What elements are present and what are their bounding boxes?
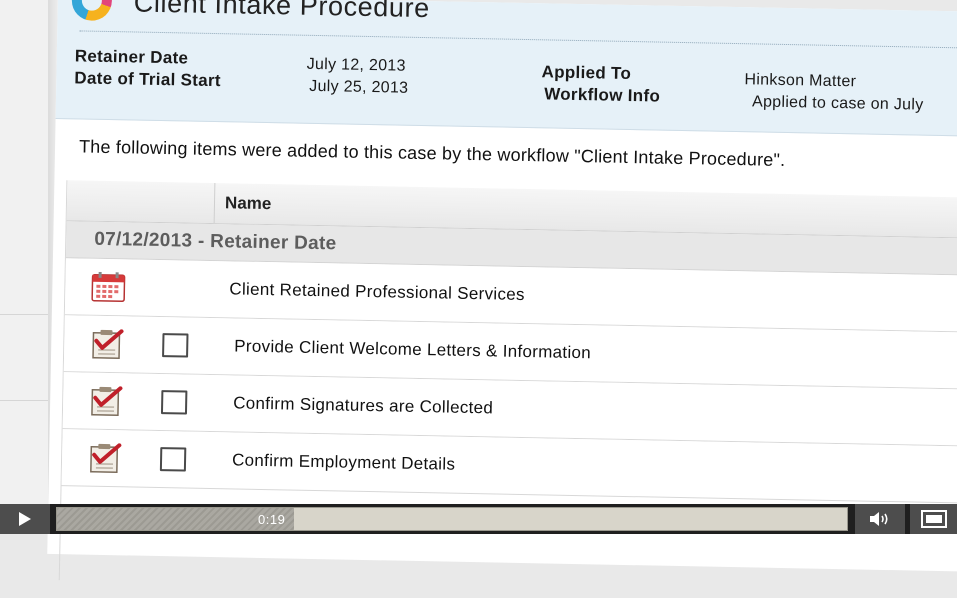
task-complete-checkbox[interactable] [162,333,188,357]
retainer-date-value: July 12, 2013 [307,56,406,76]
retainer-date-label: Retainer Date [75,46,189,68]
play-icon [18,512,32,526]
fullscreen-icon [921,510,947,528]
calendar-icon [91,272,126,303]
app-screen: Client Intake Procedure Retainer Date Ju… [47,0,957,572]
trial-start-label: Date of Trial Start [74,68,221,91]
volume-icon [869,511,891,527]
list-item-label: Provide Client Welcome Letters & Informa… [234,336,591,363]
task-checklist-icon [88,443,123,474]
workflow-header: Client Intake Procedure Retainer Date Ju… [56,0,957,137]
workflow-items-table: Name 07/12/2013 - Retainer Date [59,180,957,598]
column-header-name[interactable]: Name [225,193,272,214]
applied-to-label: Applied To [541,62,631,84]
workflow-panel: Client Intake Procedure Retainer Date Ju… [47,0,957,572]
video-current-time: 0:19 [258,512,285,527]
list-item-label: Confirm Signatures are Collected [233,393,493,418]
video-controls: 0:19 [0,504,957,534]
task-checklist-icon [89,386,124,417]
video-progress-bar[interactable]: 0:19 [56,507,848,531]
page-title: Client Intake Procedure [134,0,431,24]
trial-start-value: July 25, 2013 [309,78,408,98]
applied-to-value[interactable]: Hinkson Matter [744,71,856,91]
task-complete-checkbox[interactable] [160,447,186,471]
task-checklist-icon [90,329,125,360]
header-dotted-divider [79,30,957,49]
gutter-divider [0,400,52,401]
volume-button[interactable] [855,504,905,534]
column-separator [214,183,216,223]
workflow-info-value: Applied to case on July [752,93,924,114]
group-header-label: 07/12/2013 - Retainer Date [94,229,337,256]
list-item-label: Confirm Employment Details [232,450,456,474]
fullscreen-button[interactable] [910,504,957,534]
app-logo-icon [71,0,112,21]
gutter-divider [0,314,52,315]
list-item-label: Client Retained Professional Services [229,279,525,305]
task-complete-checkbox[interactable] [161,390,187,414]
play-button[interactable] [0,504,50,534]
workflow-info-label: Workflow Info [544,84,660,106]
workflow-intro-text: The following items were added to this c… [79,136,786,171]
